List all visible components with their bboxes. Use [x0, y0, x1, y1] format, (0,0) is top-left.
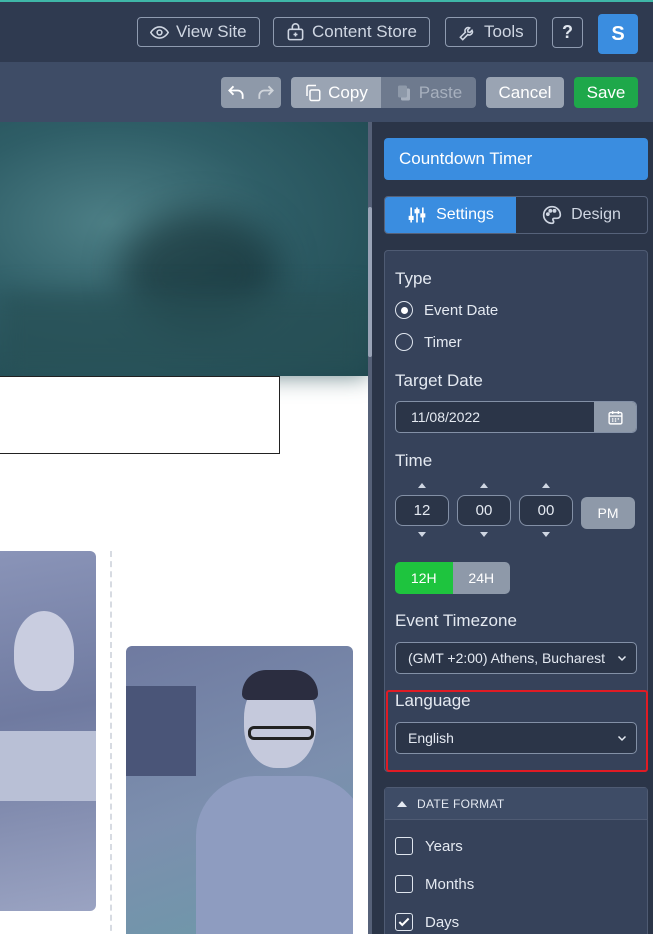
wrench-icon — [459, 26, 474, 41]
copy-label: Copy — [328, 82, 368, 102]
target-date-label: Target Date — [395, 371, 483, 390]
undo-redo-group — [221, 77, 281, 108]
checkbox-indicator — [395, 837, 413, 855]
eye-icon — [150, 25, 169, 39]
timezone-select[interactable]: (GMT +2:00) Athens, Bucharest — [395, 642, 637, 674]
settings-panel: Countdown Timer Settings Design Type Eve… — [372, 122, 653, 934]
radio-timer-label: Timer — [424, 333, 462, 351]
redo-button[interactable] — [251, 77, 281, 108]
cancel-button[interactable]: Cancel — [486, 77, 564, 108]
checkbox-indicator — [395, 913, 413, 931]
seconds-stepper[interactable]: 00 — [519, 483, 573, 537]
content-store-label: Content Store — [312, 22, 417, 41]
checkbox-days[interactable]: Days — [395, 913, 459, 931]
hour-format-toggle: 12H 24H — [395, 562, 510, 594]
panel-tabs: Settings Design — [384, 196, 648, 234]
checkbox-years[interactable]: Years — [395, 837, 463, 855]
content-store-button[interactable]: Content Store — [273, 17, 430, 47]
chevron-down-icon — [617, 735, 627, 742]
undo-button[interactable] — [221, 77, 251, 108]
ampm-button[interactable]: PM — [581, 497, 635, 529]
checkbox-months[interactable]: Months — [395, 875, 474, 893]
copy-paste-group: Copy Paste — [291, 77, 476, 108]
format-24h-button[interactable]: 24H — [452, 562, 510, 594]
paste-icon — [397, 85, 410, 100]
target-date-field[interactable]: 11/08/2022 — [395, 401, 637, 433]
hours-stepper[interactable]: 12 — [395, 483, 449, 537]
chevron-down-icon — [617, 655, 627, 662]
action-bar: Copy Paste Cancel Save — [0, 62, 653, 122]
tools-button[interactable]: Tools — [445, 17, 537, 47]
language-select[interactable]: English — [395, 722, 637, 754]
widget-title: Countdown Timer — [384, 138, 648, 180]
store-icon — [287, 22, 304, 40]
decrement-icon[interactable] — [418, 532, 426, 537]
redo-icon — [258, 85, 274, 99]
paste-label: Paste — [418, 82, 463, 102]
view-site-button[interactable]: View Site — [137, 17, 260, 47]
collapse-icon — [397, 800, 407, 807]
radio-event-date[interactable]: Event Date — [395, 301, 498, 319]
increment-icon[interactable] — [480, 483, 488, 488]
help-button[interactable]: ? — [552, 17, 583, 48]
tab-design[interactable]: Design — [516, 197, 647, 233]
language-label: Language — [395, 691, 471, 710]
palette-icon — [543, 205, 562, 225]
undo-icon — [228, 85, 244, 99]
hero-image[interactable] — [0, 122, 368, 376]
tab-settings[interactable]: Settings — [385, 197, 516, 233]
timezone-value: (GMT +2:00) Athens, Bucharest — [408, 650, 606, 666]
calendar-icon — [607, 410, 623, 425]
checkmark-icon — [398, 917, 410, 927]
checkbox-years-label: Years — [425, 837, 463, 855]
date-format-heading: DATE FORMAT — [417, 796, 505, 811]
top-bar: View Site Content Store Tools ? S — [0, 0, 653, 62]
radio-indicator — [395, 301, 413, 319]
text-block[interactable] — [0, 376, 280, 454]
copy-icon — [306, 84, 321, 101]
decrement-icon[interactable] — [480, 532, 488, 537]
timezone-label: Event Timezone — [395, 611, 517, 630]
language-value: English — [408, 730, 454, 746]
hours-value[interactable]: 12 — [395, 495, 449, 526]
page-canvas — [0, 122, 368, 934]
checkbox-days-label: Days — [425, 913, 460, 931]
minutes-stepper[interactable]: 00 — [457, 483, 511, 537]
target-date-value[interactable]: 11/08/2022 — [396, 402, 594, 432]
radio-indicator — [395, 333, 413, 351]
tab-design-label: Design — [571, 206, 621, 223]
type-label: Type — [395, 269, 432, 288]
minutes-value[interactable]: 00 — [457, 495, 511, 526]
checkbox-months-label: Months — [425, 875, 475, 893]
decrement-icon[interactable] — [542, 532, 550, 537]
increment-icon[interactable] — [542, 483, 550, 488]
seconds-value[interactable]: 00 — [519, 495, 573, 526]
team-photo[interactable] — [0, 551, 96, 911]
column-divider — [110, 551, 112, 934]
radio-timer[interactable]: Timer — [395, 333, 462, 351]
tab-settings-label: Settings — [436, 206, 494, 223]
format-12h-button[interactable]: 12H — [395, 562, 453, 594]
portrait-photo[interactable] — [126, 646, 353, 934]
increment-icon[interactable] — [418, 483, 426, 488]
copy-button[interactable]: Copy — [291, 77, 381, 108]
radio-event-date-label: Event Date — [424, 301, 499, 319]
calendar-button[interactable] — [594, 402, 636, 432]
settings-section: Type Event Date Timer Target Date 11/08/… — [384, 250, 648, 772]
checkbox-indicator — [395, 875, 413, 893]
tools-label: Tools — [484, 22, 524, 41]
save-button[interactable]: Save — [574, 77, 638, 108]
paste-button[interactable]: Paste — [381, 77, 476, 108]
date-format-header[interactable]: DATE FORMAT — [385, 788, 647, 820]
view-site-label: View Site — [176, 22, 247, 41]
time-label: Time — [395, 451, 433, 470]
date-format-section: DATE FORMAT Years Months Days — [384, 787, 648, 934]
sliders-icon — [408, 207, 426, 223]
avatar[interactable]: S — [598, 14, 638, 54]
